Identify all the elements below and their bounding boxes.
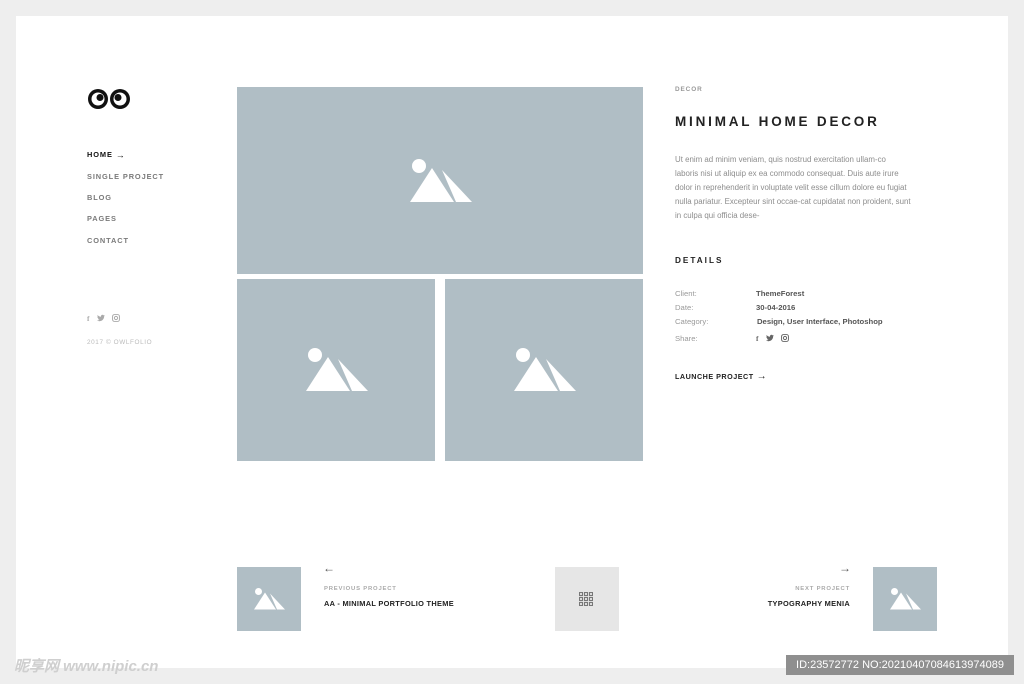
watermark-right: ID:23572772 NO:20210407084613974089 xyxy=(786,655,1014,675)
client-label: Client: xyxy=(675,289,697,298)
gallery-image-right[interactable] xyxy=(445,279,643,461)
arrow-right-icon: → xyxy=(756,371,768,382)
image-placeholder-icon xyxy=(410,158,472,202)
nav-item-label: PAGES xyxy=(87,214,117,224)
category-label: Category: xyxy=(675,317,709,326)
project-title: MINIMAL HOME DECOR xyxy=(675,114,880,129)
copyright: 2017 © OWLFOLIO xyxy=(87,339,153,346)
facebook-icon[interactable]: f xyxy=(756,334,759,343)
next-project-thumbnail[interactable] xyxy=(873,567,937,631)
nav-item-label: HOME xyxy=(87,150,113,160)
gallery-image-main[interactable] xyxy=(237,87,643,274)
details-heading: DETAILS xyxy=(675,256,724,265)
next-project-label: NEXT PROJECT xyxy=(795,586,850,592)
nav-item-label: BLOG xyxy=(87,192,112,202)
next-project-title[interactable]: TYPOGRAPHY MENIA xyxy=(768,599,850,608)
client-value: ThemeForest xyxy=(756,289,805,298)
all-projects-button[interactable] xyxy=(555,567,619,631)
owl-logo[interactable] xyxy=(87,88,131,110)
nav-item-home[interactable]: HOME → xyxy=(87,144,164,165)
page-card: HOME → SINGLE PROJECT BLOG PAGES CONTACT… xyxy=(16,16,1008,668)
nav-item-single-project[interactable]: SINGLE PROJECT xyxy=(87,165,164,186)
twitter-icon[interactable] xyxy=(96,314,105,322)
project-category: DECOR xyxy=(675,86,703,93)
nav-item-pages[interactable]: PAGES xyxy=(87,208,164,229)
main-nav: HOME → SINGLE PROJECT BLOG PAGES CONTACT xyxy=(87,144,164,251)
launch-project-link[interactable]: LAUNCHE PROJECT → xyxy=(675,371,767,382)
nav-item-blog[interactable]: BLOG xyxy=(87,187,164,208)
grid-icon xyxy=(579,592,593,606)
image-placeholder-icon xyxy=(890,588,921,610)
image-placeholder-icon xyxy=(254,588,285,610)
instagram-icon[interactable] xyxy=(780,334,789,342)
date-label: Date: xyxy=(675,303,694,312)
facebook-icon[interactable]: f xyxy=(87,314,90,323)
category-value: Design, User Interface, Photoshop xyxy=(757,317,883,326)
project-description: Ut enim ad minim veniam, quis nostrud ex… xyxy=(675,155,911,220)
launch-project-label: LAUNCHE PROJECT xyxy=(675,372,754,381)
previous-project-title[interactable]: AA - MINIMAL PORTFOLIO THEME xyxy=(324,599,454,608)
image-placeholder-icon xyxy=(306,348,368,391)
twitter-icon[interactable] xyxy=(765,334,774,342)
previous-project-label: PREVIOUS PROJECT xyxy=(324,586,397,592)
arrow-right-icon: → xyxy=(115,149,126,160)
share-icons: f xyxy=(756,334,789,343)
image-placeholder-icon xyxy=(514,348,576,391)
gallery-image-left[interactable] xyxy=(237,279,435,461)
nav-item-label: SINGLE PROJECT xyxy=(87,171,165,181)
arrow-left-icon[interactable]: ← xyxy=(323,561,335,575)
arrow-right-icon[interactable]: → xyxy=(839,561,851,575)
nav-item-label: CONTACT xyxy=(87,235,129,245)
sidebar-social: f xyxy=(87,314,120,323)
watermark-left: 昵享网 www.nipic.cn xyxy=(14,658,159,675)
nav-item-contact[interactable]: CONTACT xyxy=(87,230,164,251)
previous-project-thumbnail[interactable] xyxy=(237,567,301,631)
instagram-icon[interactable] xyxy=(111,314,120,322)
share-label: Share: xyxy=(675,334,698,343)
date-value: 30-04-2016 xyxy=(756,303,796,312)
